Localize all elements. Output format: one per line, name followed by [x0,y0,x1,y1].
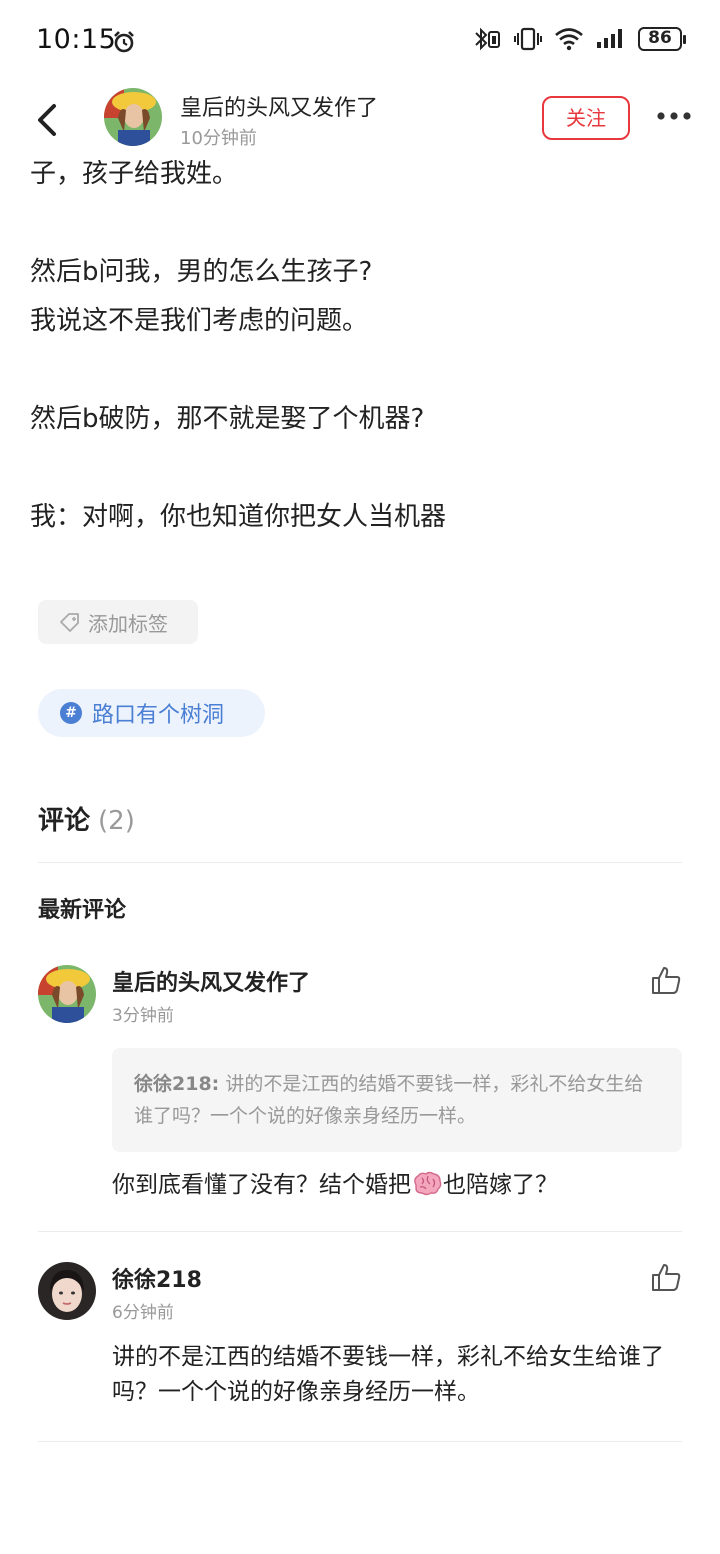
like-icon[interactable] [650,1262,682,1292]
status-bar: 10:15 86 [0,0,720,84]
add-tag-button[interactable]: 添加标签 [38,600,198,644]
divider [38,1231,682,1232]
battery-icon: 86 [638,27,686,51]
status-icons: 86 [472,26,686,52]
comment-time: 3分钟前 [112,1006,174,1026]
post-line: 我说这不是我们考虑的问题。 [30,306,369,336]
divider [38,862,682,863]
comments-title-label: 评论 [38,806,91,836]
hashtag-icon: # [60,702,82,724]
like-icon[interactable] [650,965,682,995]
comment-text: 讲的不是江西的结婚不要钱一样，彩礼不给女生给谁了吗？一个个说的好像亲身经历一样。 [112,1344,664,1405]
bluetooth-icon [475,27,500,51]
wifi-icon [555,28,583,51]
divider [38,1441,682,1442]
post-body: 子，孩子给我姓。 然后b问我，男的怎么生孩子? 我说这不是我们考虑的问题。 然后… [30,150,690,542]
avatar-image [38,965,96,1023]
post-line: 然后b破防，那不就是娶了个机器? [30,404,425,434]
post-line [30,444,690,493]
alarm-icon [114,31,134,53]
post-line [30,199,690,248]
add-tag-label: 添加标签 [88,611,168,636]
avatar[interactable] [38,1262,96,1320]
comment-time: 6分钟前 [112,1303,174,1323]
follow-button[interactable]: 关注 [542,96,630,140]
quote-author: 徐徐218: [134,1073,220,1095]
avatar-image [104,88,162,146]
tag-icon [60,613,79,632]
commenter-name[interactable]: 皇后的头风又发作了 [112,965,310,997]
comment-text: 你到底看懂了没有？结个婚把 也陪嫁了？ [112,1168,672,1203]
signal-icon [597,29,622,48]
author-name[interactable]: 皇后的头风又发作了 [180,90,378,122]
post-header: 皇后的头风又发作了 10分钟前 关注 [0,84,720,160]
topic-label: 路口有个树洞 [92,703,225,728]
post-line: 我：对啊，你也知道你把女人当机器 [30,502,447,532]
avatar[interactable] [38,965,96,1023]
comment-text-part: 也陪嫁了？ [443,1172,558,1198]
back-button[interactable] [30,100,66,140]
commenter-name[interactable]: 徐徐218 [112,1262,202,1294]
author-avatar[interactable] [104,88,162,146]
avatar-image [38,1262,96,1320]
comments-count: (2) [98,806,135,836]
quoted-reply[interactable]: 徐徐218: 讲的不是江西的结婚不要钱一样，彩礼不给女生给谁了吗？一个个说的好像… [112,1048,682,1152]
post-time: 10分钟前 [180,128,257,149]
more-options-icon[interactable] [656,106,692,126]
status-time: 10:15 [36,24,117,55]
latest-comments-label: 最新评论 [38,898,127,923]
comment-text-part: 你到底看懂了没有？结个婚把 [112,1172,411,1198]
vibrate-icon [514,27,542,51]
post-line: 然后b问我，男的怎么生孩子? [30,257,373,287]
topic-chip[interactable]: # 路口有个树洞 [38,689,265,737]
comments-title: 评论 (2) [38,800,135,837]
brain-emoji-icon [414,1171,442,1196]
post-line [30,346,690,395]
